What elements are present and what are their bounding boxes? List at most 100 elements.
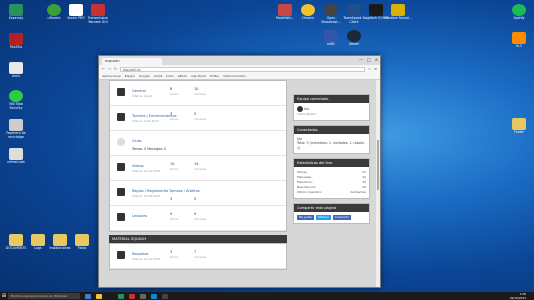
- forum-posts-count: 5: [194, 112, 197, 116]
- book-icon: [117, 213, 125, 221]
- staff-role: Administrator: [297, 112, 317, 116]
- forum-row-reglas[interactable]: Reglas / Reglamento Torneos / Árbitros Ú…: [110, 181, 286, 206]
- kapersky-icon: [9, 4, 23, 16]
- scrollbar-thumb[interactable]: [377, 140, 379, 190]
- taskbar-app-icon[interactable]: [162, 293, 168, 299]
- file-icon: [9, 62, 23, 74]
- forum-topics-label: temas: [170, 256, 179, 259]
- star-icon[interactable]: ☆: [368, 67, 371, 71]
- mirc-icon: [324, 30, 338, 42]
- forum-topics-label: temas: [170, 168, 179, 171]
- bookmark-item[interactable]: eBook: [178, 74, 187, 78]
- connected-staff-box: Equipo conectado Ulo Administrator: [293, 94, 370, 121]
- forum-title[interactable]: Lesiones: [132, 214, 147, 218]
- minimize-button[interactable]: —: [359, 57, 363, 62]
- forum-title[interactable]: Videos: [132, 164, 144, 168]
- taskbar-app-icon[interactable]: [151, 293, 157, 299]
- taskbar-search[interactable]: Escribe aquí para buscar en Windows: [8, 293, 80, 299]
- taskbar-app-icon[interactable]: [96, 293, 102, 299]
- forum-row-general[interactable]: General Últimos: Grand 8 10 temas mensaj…: [110, 81, 286, 106]
- bookmark-item[interactable]: Cap Rural: [191, 74, 206, 78]
- bookmark-item[interactable]: Aplicaciones: [102, 74, 121, 78]
- forum-topics-label: temas: [170, 93, 179, 96]
- page-scrollbar[interactable]: [376, 80, 380, 287]
- forum-topics-count: 0: [170, 212, 173, 216]
- browser-window: esquash — □ ✕ ← → ↻ esquash.es ☆ ≡ Aplic…: [98, 55, 381, 288]
- recycle-bin-icon: [9, 119, 23, 131]
- chrome-icon: [301, 4, 315, 16]
- forum-last: Últimos: 3 abr 2015: [132, 119, 159, 123]
- tweet-button[interactable]: Twittear: [315, 215, 331, 220]
- desktop-icon-360-security[interactable]: 360 Total Security: [2, 90, 30, 110]
- forum-topics-label: temas: [170, 218, 179, 221]
- forward-icon[interactable]: →: [108, 67, 111, 71]
- forum-title[interactable]: Reglas / Reglamento Torneos / Árbitros: [132, 189, 200, 193]
- desktop-icon-arxiu[interactable]: arxiu: [2, 62, 30, 79]
- sidebar-heading: Equipo conectado: [294, 95, 369, 103]
- desktop-icon-fotos[interactable]: Fotos: [68, 234, 96, 251]
- url-input[interactable]: esquash.es: [119, 66, 365, 72]
- bookmark-item[interactable]: Google: [139, 74, 150, 78]
- bookmark-item[interactable]: Docs: [166, 74, 173, 78]
- system-clock[interactable]: 1:56 02/10/2015: [510, 292, 526, 300]
- desktop-icon-vlc[interactable]: VLC: [505, 32, 533, 49]
- desktop-icon-recycle-bin[interactable]: Paperera de reciclatge: [2, 119, 30, 139]
- taskbar-app-icon[interactable]: [85, 293, 91, 299]
- back-icon[interactable]: ←: [102, 67, 105, 71]
- bookmark-item[interactable]: Tuitter: [210, 74, 220, 78]
- forum-title[interactable]: General: [132, 89, 146, 93]
- forum-posts-label: mensajes: [194, 256, 207, 259]
- book-icon: [117, 188, 125, 196]
- desktop-icon-refresh[interactable]: refresh.bat: [2, 148, 30, 165]
- bookmark-item[interactable]: Equipo: [125, 74, 135, 78]
- forum-posts-count: 14: [194, 162, 199, 166]
- taskbar-app-icon[interactable]: [140, 293, 146, 299]
- forum-stats-box: Estadísticas del foro Temas: 21 Mensajes:…: [293, 158, 370, 199]
- desktop-icon-creative[interactable]: Creative Sound...: [384, 4, 412, 21]
- reload-icon[interactable]: ↻: [114, 67, 117, 71]
- desktop-icon-transmission[interactable]: Transmission Remote GUI: [84, 4, 112, 24]
- desktop-icon-spotify[interactable]: Spotify: [505, 4, 533, 21]
- taskbar-app-icon[interactable]: [107, 293, 113, 299]
- forum-list: General Últimos: Grand 8 10 temas mensaj…: [109, 80, 287, 232]
- bookmark-item[interactable]: Gmail: [154, 74, 163, 78]
- desktop-icon-steam[interactable]: Steam: [340, 30, 368, 47]
- forum-row-torneos[interactable]: Torneos / Entrenamientos Últimos: 3 abr …: [110, 106, 286, 131]
- moviewiz-icon: [278, 4, 292, 16]
- folder-icon: [31, 234, 45, 246]
- taskbar-app-icon[interactable]: [118, 293, 124, 299]
- staff-username[interactable]: Ulo: [304, 107, 309, 111]
- vlc-icon: [512, 32, 526, 44]
- forum-row-videos[interactable]: Videos Últimos: 16 abr 2015 10 14 temas …: [110, 156, 286, 181]
- desktop-icon-kapersky[interactable]: Kapersky: [2, 4, 30, 21]
- forum-row-clubs[interactable]: Clubs Temas: 0 Mensajes: 0: [110, 131, 286, 156]
- forum-topics-count: 3: [170, 112, 173, 116]
- close-button[interactable]: ✕: [375, 57, 378, 62]
- forum-last: Últimos: 16 abr 2015: [132, 169, 161, 173]
- desktop-icon-filezilla[interactable]: FileZilla: [2, 33, 30, 50]
- bookmark-item[interactable]: Visita miembro: [223, 74, 246, 78]
- stat-row: Último miembro: deimantas: [297, 190, 366, 194]
- forum-row-raquetas[interactable]: Raquetas Últimos: 19 abr 2015 3 7 temas …: [110, 244, 286, 269]
- tab-esquash[interactable]: esquash: [102, 58, 162, 65]
- desktop-icon-folder[interactable]: Folder: [505, 118, 533, 135]
- online-username[interactable]: Ulo: [297, 137, 302, 141]
- forum-main: General Últimos: Grand 8 10 temas mensaj…: [109, 80, 287, 273]
- forum-title[interactable]: Raquetas: [132, 252, 148, 256]
- taskbar-app-icon[interactable]: [129, 293, 135, 299]
- sidebar-heading: Conectados: [294, 125, 369, 134]
- steam-icon: [347, 30, 361, 42]
- like-button[interactable]: Me gusta: [297, 215, 314, 220]
- forum-topics-count: 3: [170, 250, 173, 254]
- share-box: Compartir esta página Me gusta Twittear …: [293, 203, 370, 224]
- folder-icon: [75, 234, 89, 246]
- address-bar-row: ← → ↻ esquash.es ☆ ≡: [99, 65, 380, 73]
- share-button[interactable]: Compartir: [332, 215, 351, 220]
- start-button[interactable]: ⊞: [0, 292, 8, 300]
- forum-row-lesiones[interactable]: Lesiones 0 0 temas mensajes: [110, 206, 286, 231]
- forum-title[interactable]: Clubs: [132, 139, 142, 143]
- maximize-button[interactable]: □: [367, 57, 371, 62]
- menu-icon[interactable]: ≡: [374, 67, 377, 71]
- windows-icon: ⊞: [1, 293, 7, 299]
- folder-icon: [9, 234, 23, 246]
